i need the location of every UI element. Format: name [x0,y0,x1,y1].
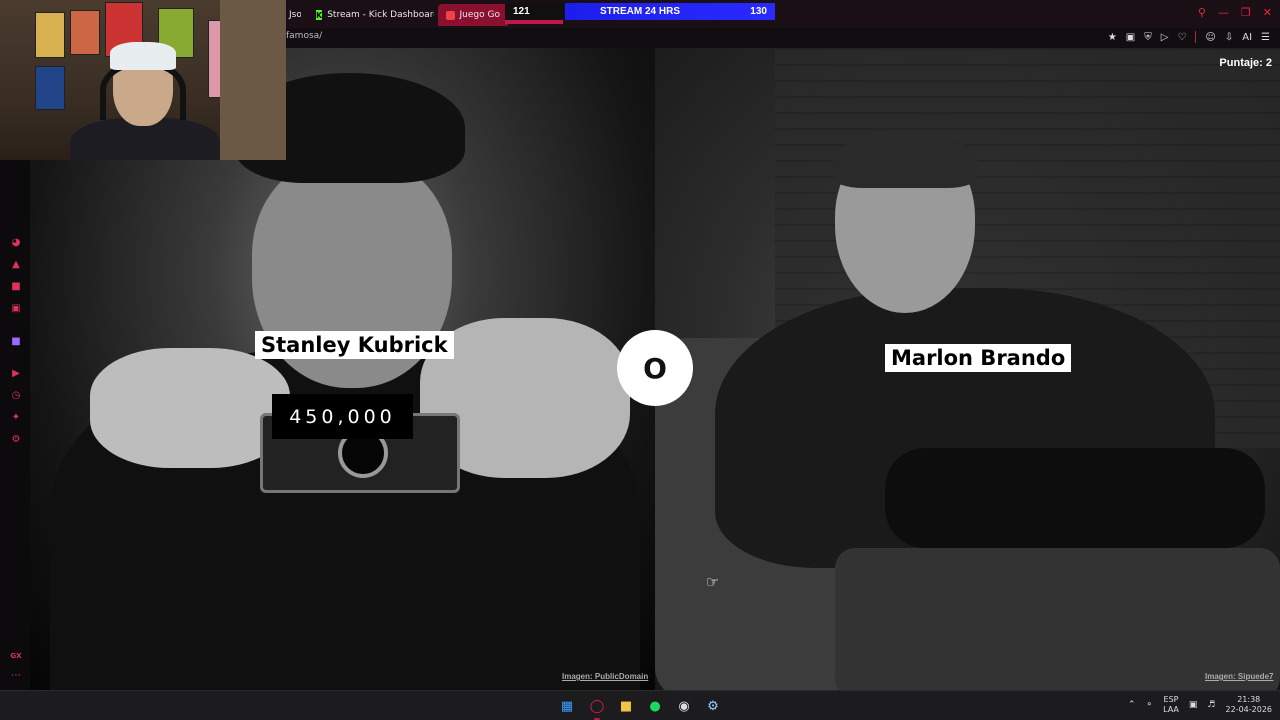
clock-date: 22-04-2026 [1225,705,1273,714]
tab-juego-active[interactable]: Juego Go [438,4,508,26]
url-text[interactable]: famosa/ [286,31,322,41]
clock[interactable]: 21:38 22-04-2026 [1226,695,1273,715]
steam-icon[interactable]: ⚙ [703,696,723,716]
window-controls: ⚲ — ❐ ✕ [1198,6,1272,19]
image-credit-right[interactable]: Imagen: Sipuede7 [1205,672,1273,681]
toolbar-separator [1195,31,1197,43]
shield-icon[interactable]: ⛨ [1144,32,1152,43]
file-explorer-icon[interactable]: ■ [616,696,636,716]
left-name-label: Stanley Kubrick [255,331,454,359]
overlay-title: STREAM 24 HRS [599,6,680,17]
clock-time: 21:38 [1237,695,1261,704]
bag-icon[interactable]: ▲ [10,259,22,271]
volume-icon[interactable]: ♬ [1207,700,1215,710]
left-count-box: 450,000 [272,394,413,439]
kick-logo-icon: K [316,10,323,20]
tab-label: Jso [289,10,301,20]
pin-icon[interactable]: ★ [1108,32,1117,43]
chevron-up-icon[interactable]: ⌃ [1128,700,1136,710]
more-icon[interactable]: ⋯ [10,670,22,682]
webcam-overlay [0,0,286,160]
play-icon[interactable]: ▷ [1161,32,1169,43]
language-indicator[interactable]: ESP LAA [1163,695,1179,715]
microphone-icon[interactable]: ⚬ [1146,700,1154,710]
tab-kick-dashboard[interactable]: K Stream - Kick Dashboard [308,4,434,26]
door-shape [220,0,286,160]
download-icon[interactable]: ⇩ [1225,32,1233,43]
poster-shape [35,12,65,58]
minimize-icon[interactable]: — [1218,6,1229,19]
hand-cursor-icon: ☞ [706,573,720,591]
speed-dial-icon[interactable]: ◕ [10,237,22,249]
close-icon[interactable]: ✕ [1263,6,1272,19]
player-icon[interactable]: ▶ [10,368,22,380]
legs-shape [885,448,1265,548]
ai-button[interactable]: AI [1242,32,1252,43]
tab-label: Juego Go [459,10,500,20]
or-divider: O [617,330,693,406]
settings-icon[interactable]: ⚙ [10,434,22,446]
spotify-icon[interactable]: ● [645,696,665,716]
right-name-label: Marlon Brando [885,344,1072,372]
gx-label[interactable]: GX [10,650,22,662]
browser-toolbar: ★ ▣ ⛨ ▷ ♡ ☺ ⇩ AI ☰ [1108,31,1270,43]
heart-icon[interactable]: ♡ [1177,32,1186,43]
chat-icon[interactable]: ■ [10,281,22,293]
network-icon[interactable]: ▣ [1189,700,1198,710]
game-tab-icon [446,10,455,20]
twitch-icon[interactable]: ■ [10,336,22,348]
image-credit-left[interactable]: Imagen: PublicDomain [562,672,648,681]
extensions-icon[interactable]: ✦ [10,412,22,424]
system-tray: ⌃ ⚬ ESP LAA ▣ ♬ 21:38 22-04-2026 [1128,695,1272,715]
layout-code: LAA [1163,705,1179,714]
windows-start-icon[interactable]: ▦ [557,696,577,716]
opera-gx-icon[interactable]: ◯ [587,696,607,716]
search-icon[interactable]: ⚲ [1198,6,1206,19]
overlay-right-count: 130 [750,6,767,17]
poster-shape [70,10,100,55]
menu-icon[interactable]: ☰ [1261,32,1270,43]
tab-label: Stream - Kick Dashboard [327,10,434,20]
cap-shape [110,42,176,70]
overlay-accent [505,20,563,24]
score-label: Puntaje: 2 [1219,57,1272,69]
screen: { "browser": { "tabs": [ {"label": "Jso"… [0,0,1280,720]
poster-shape [35,66,65,110]
screenshot-icon[interactable]: ▣ [1126,32,1135,43]
obs-icon[interactable]: ◉ [674,696,694,716]
browser-sidebar: ◕ ▲ ■ ▣ ■ ▶ ◷ ✦ ⚙ GX ⋯ [0,160,30,690]
mail-icon[interactable]: ▣ [10,303,22,315]
taskbar: ▦ ◯ ■ ● ◉ ⚙ ⌃ ⚬ ESP LAA ▣ ♬ 21:38 22-04-… [0,690,1280,720]
stream-overlay-bar: 121 STREAM 24 HRS 130 [505,3,775,20]
language-code: ESP [1163,695,1179,704]
maximize-icon[interactable]: ❐ [1241,6,1251,19]
history-icon[interactable]: ◷ [10,390,22,402]
profile-icon[interactable]: ☺ [1205,32,1215,43]
person-hair-shape [833,133,977,188]
sofa-shape [835,548,1280,690]
overlay-left-count: 121 [513,6,530,17]
